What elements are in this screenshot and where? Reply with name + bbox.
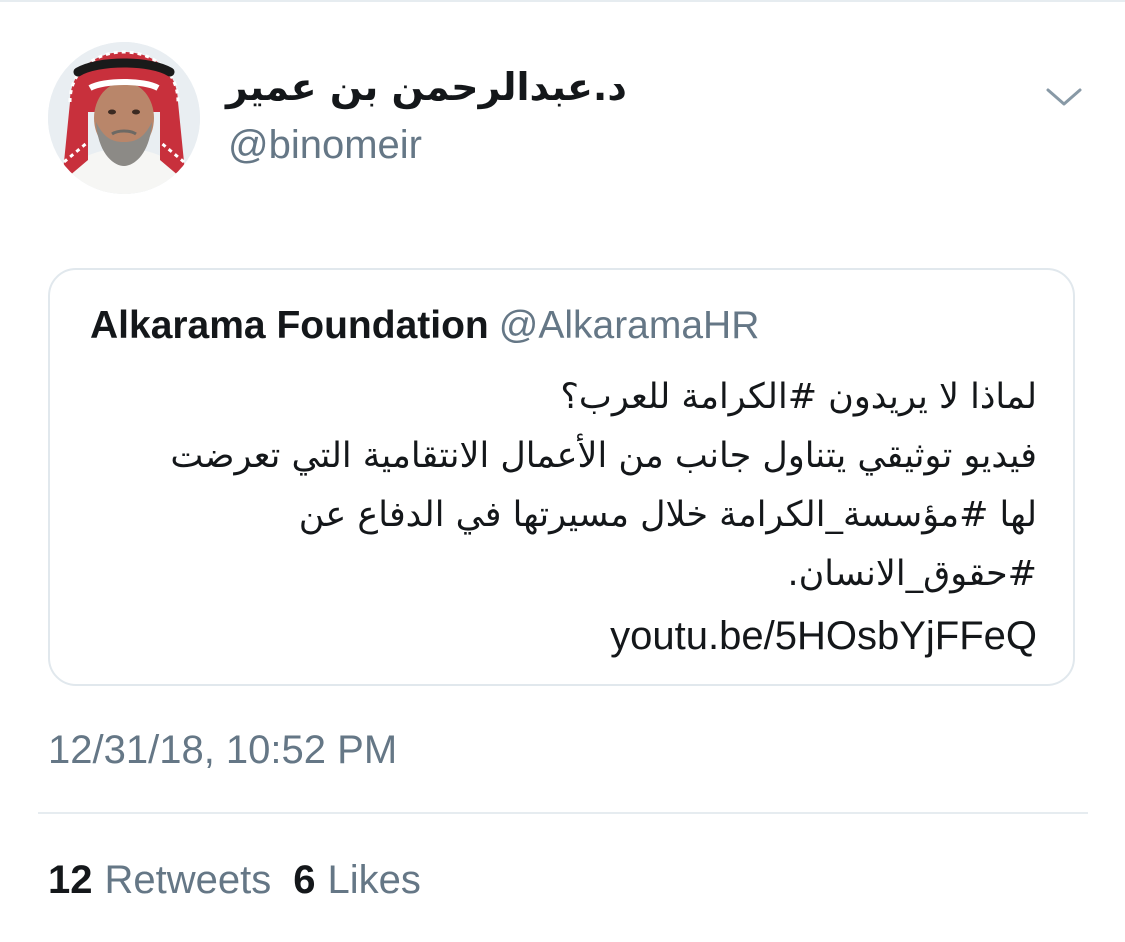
quoted-text-line: فيديو توثيقي يتناول جانب من الأعمال الان… (170, 436, 1037, 476)
likes-label: Likes (327, 858, 421, 902)
quoted-tweet-header: Alkarama Foundation @AlkaramaHR (90, 300, 759, 360)
avatar-image (48, 42, 200, 194)
chevron-down-icon[interactable] (1042, 82, 1086, 112)
retweets-stat[interactable]: 12 Retweets (48, 858, 271, 902)
top-divider (0, 0, 1125, 2)
avatar[interactable] (48, 42, 200, 194)
stats-divider (38, 812, 1088, 814)
quoted-text-line: لماذا لا يريدون #الكرامة للعرب؟ (560, 377, 1037, 417)
author-display-name[interactable]: د.عبدالرحمن بن عمير (226, 62, 627, 112)
retweets-count: 12 (48, 858, 93, 902)
quoted-tweet-card[interactable]: Alkarama Foundation @AlkaramaHR لماذا لا … (48, 268, 1075, 686)
quoted-tweet-text: لماذا لا يريدون #الكرامة للعرب؟ فيديو تو… (87, 368, 1037, 604)
tweet-timestamp: 12/31/18, 10:52 PM (48, 728, 398, 772)
quoted-author-handle: @AlkaramaHR (498, 304, 760, 347)
retweets-label: Retweets (104, 858, 272, 902)
quoted-tweet-link[interactable]: youtu.be/5HOsbYjFFeQ (610, 610, 1037, 662)
engagement-stats: 12 Retweets 6 Likes (48, 854, 421, 906)
quoted-text-line: #حقوق_الانسان. (787, 554, 1037, 594)
quoted-author-name: Alkarama Foundation (90, 304, 489, 347)
author-username[interactable]: @binomeir (228, 120, 422, 170)
quoted-text-line: لها #مؤسسة_الكرامة خلال مسيرتها في الدفا… (298, 495, 1037, 535)
likes-stat[interactable]: 6 Likes (293, 858, 421, 902)
likes-count: 6 (293, 858, 316, 902)
